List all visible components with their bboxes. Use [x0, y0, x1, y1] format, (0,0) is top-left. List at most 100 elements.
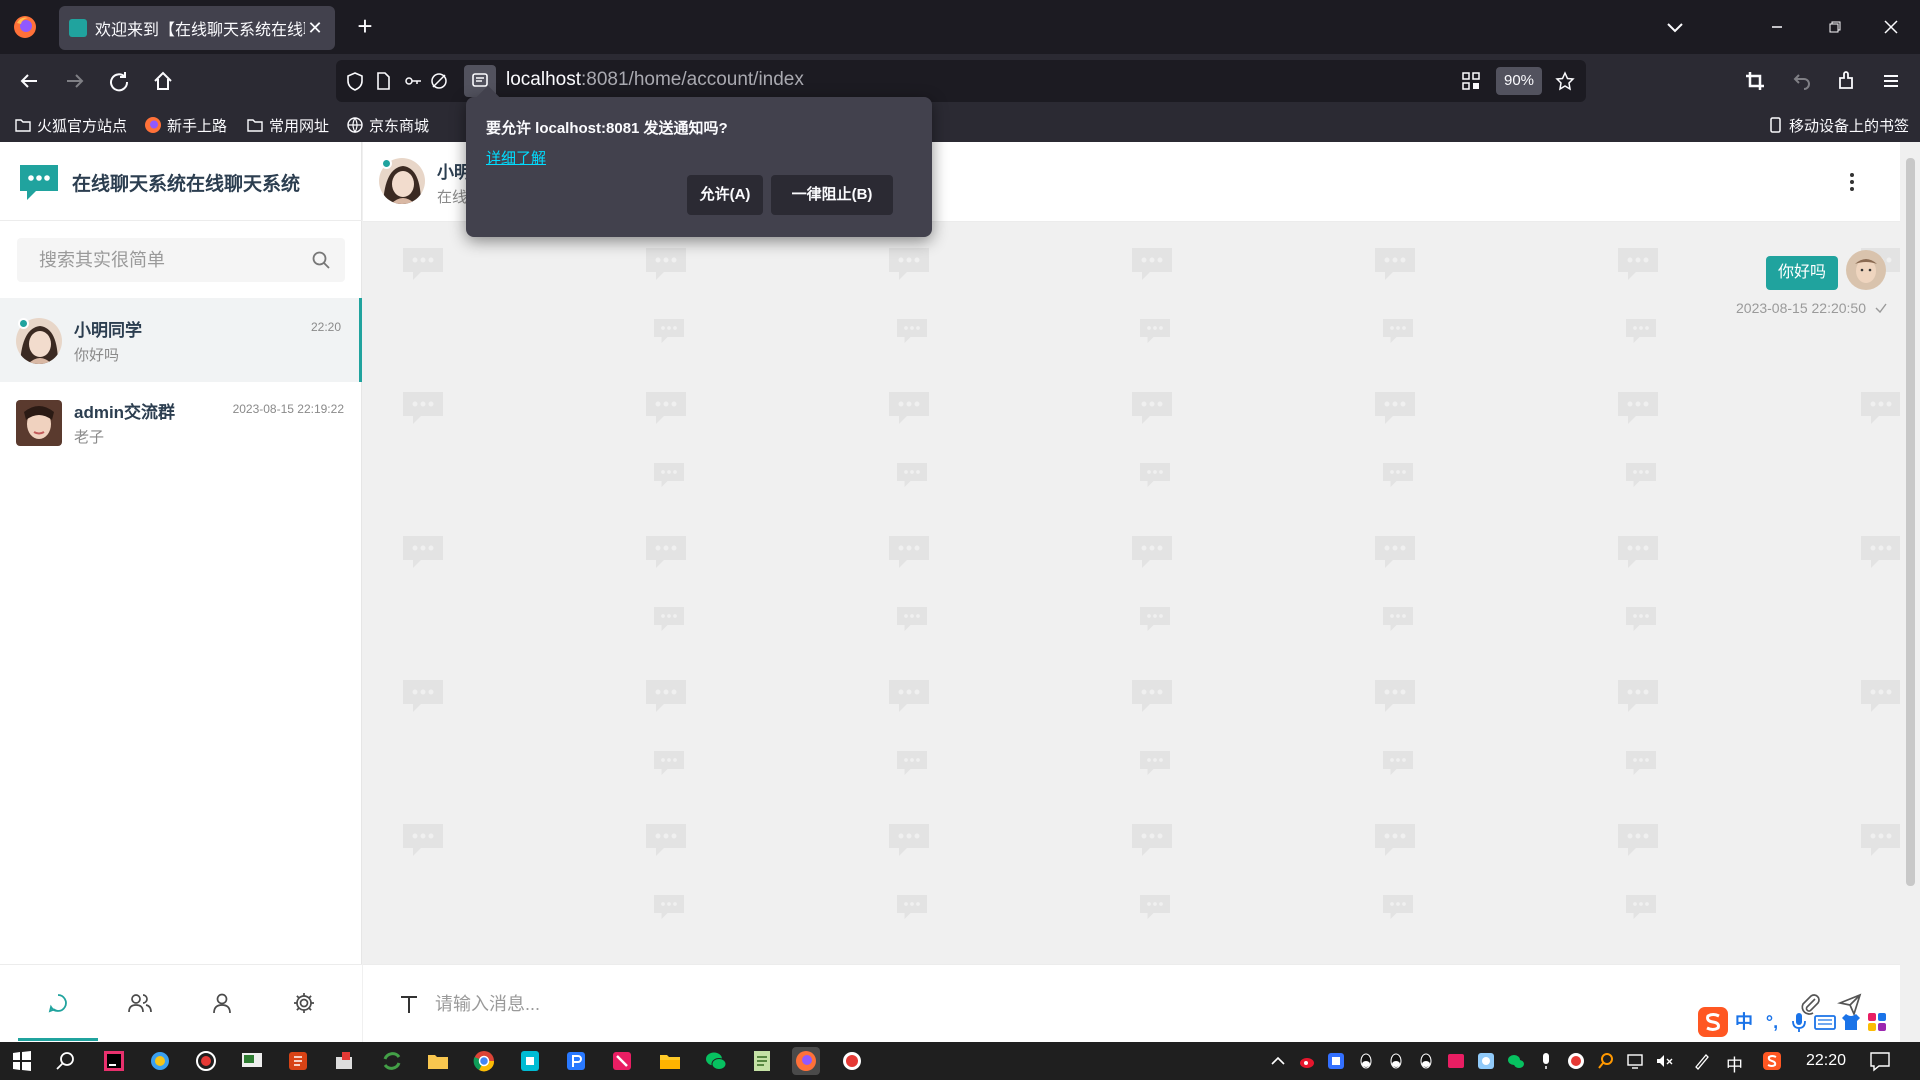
notepad-icon[interactable] — [748, 1047, 776, 1075]
file-explorer-icon[interactable] — [424, 1047, 452, 1075]
bookmark-label: 常用网址 — [269, 117, 330, 135]
wechat-icon[interactable] — [702, 1047, 730, 1075]
firefox-icon[interactable] — [792, 1047, 820, 1075]
wechat-icon[interactable] — [1506, 1051, 1526, 1071]
learn-more-link[interactable]: 详细了解 — [486, 147, 546, 168]
bookmark-folder-common[interactable]: 常用网址 — [246, 113, 329, 137]
url-bar[interactable]: localhost:8081/home/account/index 90% — [336, 60, 1586, 102]
ime-language[interactable]: 中 — [1730, 1008, 1758, 1036]
back-icon[interactable] — [14, 66, 44, 96]
p-app-icon[interactable] — [562, 1047, 590, 1075]
qq-icon[interactable] — [1386, 1051, 1406, 1071]
search-input[interactable] — [17, 238, 307, 282]
qq-icon[interactable] — [1356, 1051, 1376, 1071]
extensions-icon[interactable] — [1832, 66, 1862, 96]
new-tab-button[interactable]: + — [352, 13, 378, 40]
undo-icon[interactable] — [1786, 66, 1816, 96]
reload-icon[interactable] — [104, 66, 134, 96]
screenshot-crop-icon[interactable] — [1740, 66, 1770, 96]
close-icon[interactable]: ✕ — [305, 18, 325, 38]
input-language[interactable]: 中 — [1726, 1051, 1743, 1076]
weibo-icon[interactable] — [1298, 1051, 1318, 1071]
shield-icon[interactable] — [344, 70, 366, 92]
folder-app-icon[interactable] — [656, 1047, 684, 1075]
chevron-down-icon[interactable] — [1660, 12, 1690, 42]
nav-settings[interactable] — [264, 965, 344, 1041]
minimize-icon[interactable] — [1762, 12, 1792, 42]
microphone-icon[interactable] — [1536, 1051, 1556, 1071]
scrollbar-thumb[interactable] — [1906, 158, 1915, 886]
menu-icon[interactable] — [1876, 66, 1906, 96]
conversation-last-message: 老子 — [74, 429, 105, 446]
forward-icon[interactable] — [60, 66, 90, 96]
search-tray-icon[interactable] — [1596, 1051, 1616, 1071]
microphone-icon[interactable] — [1786, 1009, 1812, 1035]
nav-profile[interactable] — [182, 965, 262, 1041]
chrome-icon[interactable] — [470, 1047, 498, 1075]
tracking-blocked-icon[interactable] — [428, 70, 450, 92]
bookmark-jd[interactable]: 京东商城 — [346, 113, 429, 137]
screen-recorder-icon[interactable] — [838, 1047, 866, 1075]
notification-center-icon[interactable] — [1868, 1049, 1892, 1073]
conversation-item[interactable]: admin交流群 2023-08-15 22:19:22 老子 — [0, 380, 362, 464]
ime-punctuation[interactable]: °, — [1758, 1008, 1786, 1036]
block-button[interactable]: 一律阻止(B) — [771, 175, 893, 215]
show-hidden-icons[interactable] — [1268, 1051, 1288, 1071]
chat-watermark-icon — [1139, 751, 1170, 775]
search-icon[interactable] — [52, 1047, 80, 1075]
bookmark-getting-started[interactable]: 新手上路 — [144, 113, 227, 137]
search-icon[interactable] — [311, 250, 331, 270]
toolbox-icon[interactable] — [1864, 1009, 1890, 1035]
keyboard-icon[interactable] — [1812, 1009, 1838, 1035]
conversation-item[interactable]: 小明同学 22:20 你好吗 — [0, 298, 362, 382]
firefox-icon[interactable] — [12, 14, 38, 40]
more-options-icon[interactable] — [1842, 170, 1862, 194]
windows-start-icon[interactable] — [8, 1047, 36, 1075]
skin-icon[interactable] — [1838, 1009, 1864, 1035]
brand[interactable]: 在线聊天系统在线聊天系统 — [16, 158, 300, 206]
page-scrollbar[interactable] — [1900, 142, 1920, 1042]
sync-app-icon[interactable] — [378, 1047, 406, 1075]
qr-code-icon[interactable] — [1460, 70, 1482, 92]
red-tray-app-icon[interactable] — [1446, 1051, 1466, 1071]
allow-button[interactable]: 允许(A) — [687, 175, 763, 215]
browser-app-icon[interactable] — [146, 1047, 174, 1075]
message-bubble[interactable]: 你好吗 — [1765, 256, 1838, 290]
browser-tab[interactable]: 欢迎来到【在线聊天系统在线聊 ✕ — [59, 6, 335, 50]
nav-contacts[interactable] — [100, 965, 180, 1041]
bookmark-folder-firefox[interactable]: 火狐官方站点 — [14, 113, 127, 137]
pen-icon[interactable] — [1692, 1051, 1712, 1071]
close-window-icon[interactable] — [1876, 12, 1906, 42]
network-icon[interactable] — [1626, 1051, 1646, 1071]
chat-watermark-icon — [1375, 680, 1415, 712]
sogou-tray-icon[interactable] — [1762, 1051, 1782, 1071]
clock[interactable]: 22:20 — [1806, 1052, 1846, 1070]
chat-watermark-icon — [889, 824, 929, 856]
record-app-icon[interactable] — [192, 1047, 220, 1075]
intellij-idea-icon[interactable] — [100, 1047, 128, 1075]
monitor-app-icon[interactable] — [238, 1047, 266, 1075]
mobile-bookmarks[interactable]: 移动设备上的书签 — [1766, 113, 1909, 137]
app-store-icon[interactable] — [516, 1047, 544, 1075]
chat-watermark-icon — [1139, 607, 1170, 631]
zoom-level-badge[interactable]: 90% — [1496, 67, 1542, 95]
record-icon[interactable] — [1566, 1051, 1586, 1071]
text-format-icon[interactable] — [397, 992, 421, 1016]
red-app-icon[interactable] — [608, 1047, 636, 1075]
star-icon[interactable] — [1554, 70, 1576, 92]
message-input[interactable] — [433, 981, 1733, 1027]
tray-app-icon[interactable] — [1476, 1051, 1496, 1071]
volume-muted-icon[interactable] — [1654, 1051, 1674, 1071]
home-icon[interactable] — [148, 66, 178, 96]
permissions-icon[interactable] — [402, 70, 424, 92]
restore-icon[interactable] — [1820, 12, 1850, 42]
feishu-icon[interactable] — [1326, 1051, 1346, 1071]
tools-app-icon[interactable] — [330, 1047, 358, 1075]
nav-chats[interactable] — [18, 965, 98, 1041]
url-text[interactable]: localhost:8081/home/account/index — [506, 69, 804, 91]
office-app-icon[interactable] — [284, 1047, 312, 1075]
page-info-icon[interactable] — [372, 70, 394, 92]
chat-watermark-icon — [646, 248, 686, 280]
qq-icon[interactable] — [1416, 1051, 1436, 1071]
sogou-ime-icon[interactable] — [1696, 1005, 1730, 1039]
